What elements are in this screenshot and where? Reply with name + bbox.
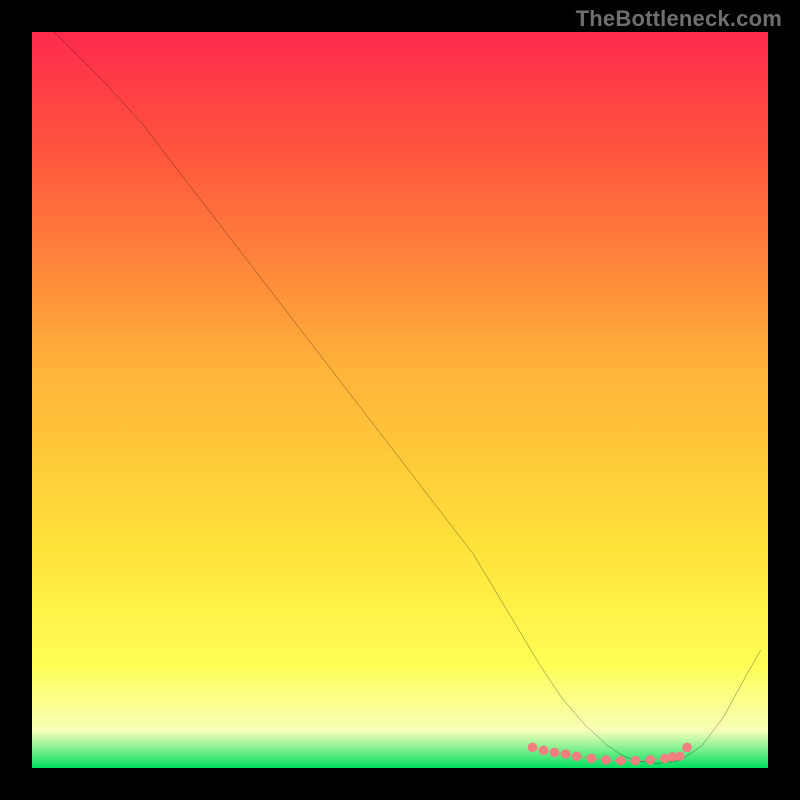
bottleneck-marker-dot bbox=[675, 751, 685, 761]
bottleneck-marker-dot bbox=[616, 756, 626, 766]
bottleneck-marker-dot bbox=[561, 749, 571, 759]
bottleneck-marker-dot bbox=[550, 748, 560, 758]
bottleneck-marker-dot bbox=[572, 751, 582, 761]
watermark-label: TheBottleneck.com bbox=[576, 6, 782, 32]
gradient-background bbox=[32, 32, 768, 768]
chart-svg bbox=[32, 32, 768, 768]
bottleneck-marker-dot bbox=[645, 755, 655, 765]
plot-area bbox=[32, 32, 768, 768]
bottleneck-marker-dot bbox=[631, 756, 641, 766]
bottleneck-marker-dot bbox=[528, 743, 538, 753]
bottleneck-marker-dot bbox=[601, 755, 611, 765]
bottleneck-marker-dot bbox=[587, 754, 597, 764]
bottleneck-marker-dot bbox=[682, 743, 692, 753]
chart-frame: TheBottleneck.com bbox=[0, 0, 800, 800]
bottleneck-marker-dot bbox=[539, 746, 549, 756]
